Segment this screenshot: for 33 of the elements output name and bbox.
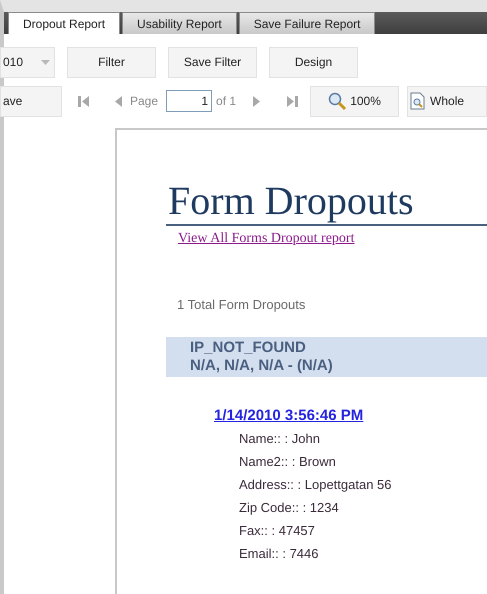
entry-field: Name2:: : Brown bbox=[239, 450, 487, 473]
whole-page-button[interactable]: Whole bbox=[407, 86, 487, 116]
page-count: of 1 bbox=[216, 93, 236, 110]
toolbar-button[interactable]: Save Filter bbox=[168, 46, 257, 78]
group-location: N/A, N/A, N/A - (N/A) bbox=[190, 356, 334, 374]
zoom-button[interactable]: 100% bbox=[310, 86, 400, 116]
previous-page-icon[interactable] bbox=[115, 96, 122, 106]
toolbar-button[interactable]: Design bbox=[269, 46, 358, 78]
group-title: IP_NOT_FOUND bbox=[190, 338, 307, 356]
magnifier-icon bbox=[328, 92, 346, 110]
page-magnifier-icon bbox=[410, 92, 426, 110]
report-tab[interactable]: Usability Report bbox=[122, 12, 237, 34]
next-page-icon[interactable] bbox=[253, 96, 260, 106]
entry-field: Zip Code:: : 1234 bbox=[239, 496, 487, 519]
entry-field: Email:: : 7446 bbox=[239, 542, 487, 565]
caret-icon bbox=[41, 60, 50, 64]
page-input[interactable]: 1 bbox=[166, 90, 212, 112]
first-page-icon[interactable] bbox=[78, 96, 89, 106]
save-button[interactable]: ave bbox=[0, 86, 62, 116]
report-tab[interactable]: Dropout Report bbox=[8, 12, 120, 34]
page-label: Page bbox=[130, 93, 158, 110]
total-count: 1 Total Form Dropouts bbox=[177, 296, 306, 314]
entry-date-link[interactable]: 1/14/2010 3:56:46 PM bbox=[214, 404, 364, 427]
year-dropdown[interactable]: 010 bbox=[0, 46, 55, 78]
last-page-icon[interactable] bbox=[287, 96, 298, 106]
entry-field: Name:: : John bbox=[239, 427, 487, 450]
toolbar-button[interactable]: Filter bbox=[67, 46, 156, 78]
entry-field: Fax:: : 47457 bbox=[239, 519, 487, 542]
report-tab[interactable]: Save Failure Report bbox=[238, 12, 376, 34]
dropdown-value: 010 bbox=[3, 54, 24, 71]
entry-field: Address:: : Lopettgatan 56 bbox=[239, 473, 487, 496]
report-link[interactable]: View All Forms Dropout report bbox=[178, 228, 354, 249]
report-title: Form Dropouts bbox=[166, 178, 487, 226]
